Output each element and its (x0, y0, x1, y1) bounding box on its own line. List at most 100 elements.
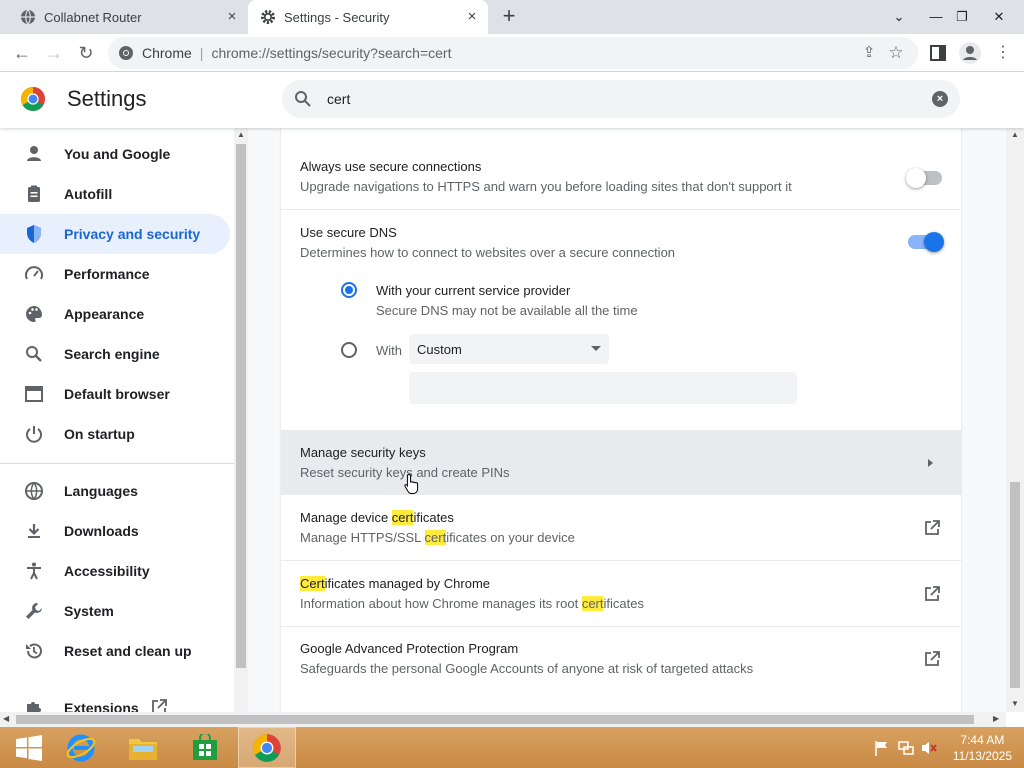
clock-date: 11/13/2025 (952, 749, 1012, 763)
sidebar-scrollbar[interactable]: ▲ (234, 128, 248, 712)
forward-arrow-icon[interactable]: → (41, 40, 67, 66)
sidebar-item-default-browser[interactable]: Default browser (0, 374, 230, 414)
profile-avatar-icon[interactable] (958, 41, 982, 65)
sidebar-item-extensions[interactable]: Extensions (0, 688, 230, 712)
close-window-button[interactable]: ✕ (984, 0, 1014, 34)
sidebar-item-performance[interactable]: Performance (0, 254, 230, 294)
radio-label: With your current service provider (376, 283, 571, 298)
sidebar-item-search-engine[interactable]: Search engine (0, 334, 230, 374)
scroll-down-arrow-icon[interactable]: ▼ (1011, 699, 1019, 708)
sidebar-item-autofill[interactable]: Autofill (0, 174, 230, 214)
horizontal-scroll-thumb[interactable] (16, 715, 974, 724)
browser-toolbar: ← → ↻ Chrome | chrome://settings/securit… (0, 34, 1024, 72)
search-input[interactable] (327, 89, 907, 109)
row-title: Manage security keys (300, 445, 426, 460)
dns-current-provider-radio[interactable] (341, 282, 357, 298)
reload-icon[interactable]: ↻ (73, 40, 99, 66)
manage-security-keys-row[interactable]: Manage security keys Reset security keys… (281, 430, 961, 495)
share-icon[interactable]: ⇪ (860, 44, 878, 62)
sidebar-item-you-and-google[interactable]: You and Google (0, 134, 230, 174)
manage-device-certificates-row[interactable]: Manage device certificates Manage HTTPS/… (281, 495, 961, 560)
open-in-new-icon (925, 520, 940, 535)
tab-title: Settings - Security (284, 9, 390, 25)
folder-icon (129, 738, 157, 760)
row-title: Always use secure connections (300, 159, 482, 174)
custom-dns-input[interactable] (409, 372, 797, 404)
gear-icon (261, 10, 275, 24)
person-icon (27, 146, 41, 161)
secure-dns-toggle[interactable] (908, 232, 944, 252)
open-in-new-icon (925, 586, 940, 601)
tab-close-icon[interactable]: × (224, 9, 240, 25)
taskbar-store[interactable] (176, 727, 234, 768)
scroll-up-arrow-icon[interactable]: ▲ (237, 130, 245, 139)
clear-search-icon[interactable]: × (932, 91, 948, 107)
speaker-muted-icon[interactable] (920, 739, 938, 757)
dns-provider-select[interactable]: Custom (409, 334, 609, 364)
palette-icon (26, 306, 42, 322)
main-scroll-thumb[interactable] (1010, 482, 1020, 688)
toggle-knob (906, 168, 926, 188)
advanced-protection-row[interactable]: Google Advanced Protection Program Safeg… (281, 627, 961, 692)
hand-cursor-icon (404, 473, 419, 494)
start-button[interactable] (0, 727, 58, 768)
sidebar-scroll-thumb[interactable] (236, 144, 246, 668)
side-panel-icon[interactable] (929, 44, 947, 62)
bookmark-star-icon[interactable]: ☆ (886, 43, 906, 63)
search-highlight: Cert (300, 576, 325, 591)
sidebar-item-reset-and-clean-up[interactable]: Reset and clean up (0, 631, 230, 671)
sidebar: You and Google Autofill Privacy and secu… (0, 128, 234, 712)
row-title: Manage device certificates (300, 510, 454, 525)
dns-custom-radio[interactable] (341, 342, 357, 358)
sidebar-item-label: System (64, 603, 114, 619)
taskbar-file-explorer[interactable] (114, 727, 172, 768)
new-tab-button[interactable]: + (498, 5, 520, 28)
chrome-certificates-row[interactable]: Certificates managed by Chrome Informati… (281, 561, 961, 626)
row-subtitle: Safeguards the personal Google Accounts … (300, 661, 754, 676)
chrome-logo-icon (20, 87, 45, 112)
tab-search-icon[interactable]: ⌄ (884, 0, 914, 34)
sidebar-item-downloads[interactable]: Downloads (0, 511, 230, 551)
accessibility-icon (27, 562, 41, 580)
download-icon (28, 524, 40, 538)
taskbar-clock[interactable]: 7:44 AM 11/13/2025 (953, 732, 1012, 764)
tab-settings-security[interactable]: Settings - Security × (248, 0, 488, 34)
scroll-up-arrow-icon[interactable]: ▲ (1011, 130, 1019, 139)
row-subtitle: Information about how Chrome manages its… (300, 596, 644, 611)
row-subtitle: Manage HTTPS/SSL certificates on your de… (300, 530, 575, 545)
sidebar-item-on-startup[interactable]: On startup (0, 414, 230, 454)
sidebar-item-appearance[interactable]: Appearance (0, 294, 230, 334)
sidebar-item-accessibility[interactable]: Accessibility (0, 551, 230, 591)
action-center-flag-icon[interactable] (873, 739, 891, 757)
settings-main: Always use secure connections Upgrade na… (248, 128, 1006, 712)
network-icon[interactable] (897, 739, 915, 757)
scroll-right-arrow-icon[interactable]: ▶ (993, 714, 999, 723)
sidebar-item-system[interactable]: System (0, 591, 230, 631)
secure-connections-toggle[interactable] (906, 168, 942, 188)
sidebar-item-label: On startup (64, 426, 135, 442)
chevron-right-icon (928, 459, 933, 467)
tab-close-icon[interactable]: × (464, 9, 480, 25)
taskbar-chrome[interactable] (238, 727, 296, 768)
back-arrow-icon[interactable]: ← (9, 40, 35, 66)
sidebar-item-languages[interactable]: Languages (0, 471, 230, 511)
sidebar-item-label: Appearance (64, 306, 145, 322)
scroll-left-arrow-icon[interactable]: ◀ (3, 714, 9, 723)
windows-taskbar: 7:44 AM 11/13/2025 (0, 727, 1024, 768)
row-title: Certificates managed by Chrome (300, 576, 491, 591)
address-bar[interactable]: Chrome | chrome://settings/security?sear… (108, 37, 918, 69)
taskbar-internet-explorer[interactable] (52, 727, 110, 768)
menu-kebab-icon[interactable]: ⋮ (990, 40, 1016, 66)
tab-collabnet-router[interactable]: Collabnet Router × (0, 0, 248, 34)
settings-search: × (282, 80, 960, 118)
puzzle-icon (27, 702, 41, 712)
secure-connections-row[interactable]: Always use secure connections Upgrade na… (281, 144, 961, 209)
sidebar-item-privacy-and-security[interactable]: Privacy and security (0, 214, 230, 254)
tab-title: Collabnet Router (44, 9, 142, 25)
open-in-new-icon (152, 699, 167, 712)
restore-button[interactable]: ❐ (947, 0, 977, 34)
url-text[interactable]: chrome://settings/security?search=cert (211, 45, 451, 61)
select-value: Custom (417, 342, 462, 357)
main-scrollbar[interactable]: ▲ ▼ (1006, 128, 1024, 712)
horizontal-scrollbar[interactable]: ◀ ▶ (0, 712, 1006, 727)
